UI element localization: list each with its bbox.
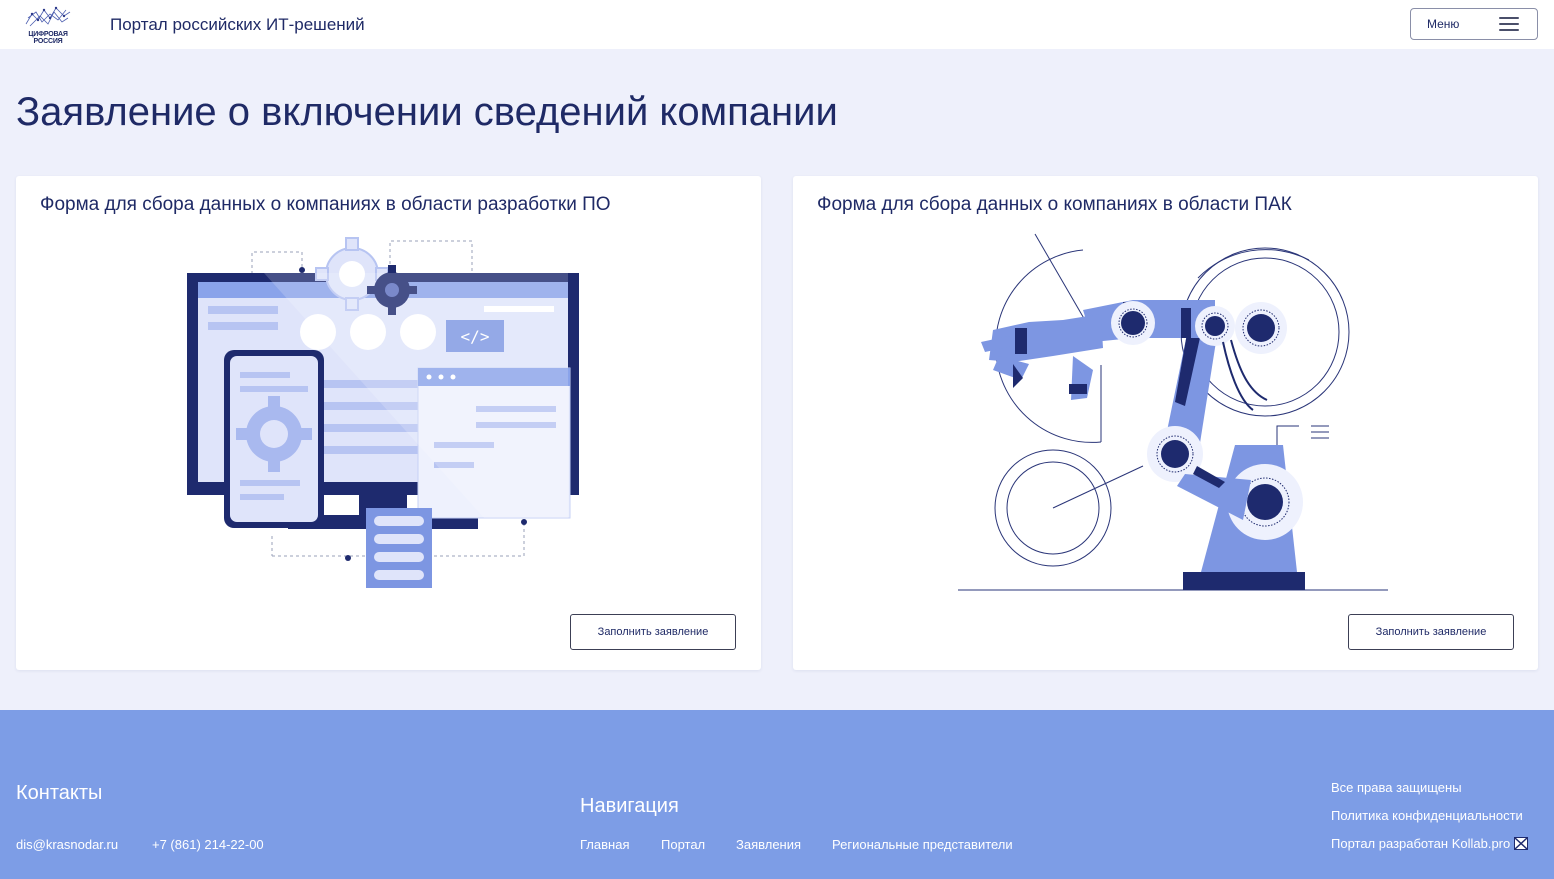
contacts-heading: Контакты xyxy=(16,782,103,804)
card-title: Форма для сбора данных о компаниях в обл… xyxy=(817,194,1292,215)
phone-link[interactable]: +7 (861) 214-22-00 xyxy=(152,837,264,852)
digital-russia-logo[interactable]: ЦИФРОВАЯ РОССИЯ xyxy=(20,4,76,45)
email-link[interactable]: dis@krasnodar.ru xyxy=(16,837,118,852)
software-development-illustration: </> xyxy=(187,237,579,588)
logo-text: ЦИФРОВАЯ РОССИЯ xyxy=(20,31,76,45)
footer-nav-portal[interactable]: Портал xyxy=(661,837,705,852)
form-card-software: Форма для сбора данных о компаниях в обл… xyxy=(16,176,761,670)
form-card-pak: Форма для сбора данных о компаниях в обл… xyxy=(793,176,1538,670)
header: ЦИФРОВАЯ РОССИЯ Портал российских ИТ-реш… xyxy=(0,0,1554,49)
fill-application-button[interactable]: Заполнить заявление xyxy=(1348,614,1514,650)
menu-label: Меню xyxy=(1427,17,1460,31)
footer-nav-home[interactable]: Главная xyxy=(580,837,629,852)
card-title: Форма для сбора данных о компаниях в обл… xyxy=(40,194,611,215)
robot-arm-illustration xyxy=(958,233,1388,591)
menu-button[interactable]: Меню xyxy=(1410,8,1538,40)
navigation-heading: Навигация xyxy=(580,795,679,817)
page-title: Заявление о включении сведений компании xyxy=(16,90,838,134)
footer: Контакты dis@krasnodar.ru +7 (861) 214-2… xyxy=(0,710,1554,879)
hamburger-icon xyxy=(1499,17,1519,31)
logo-text-line2: РОССИЯ xyxy=(33,38,63,45)
logo-constellation-icon xyxy=(25,6,71,27)
kollab-logo-icon xyxy=(1514,837,1529,850)
privacy-policy-link[interactable]: Политика конфиденциальности xyxy=(1331,808,1523,823)
footer-nav-applications[interactable]: Заявления xyxy=(736,837,801,852)
footer-nav-regional-representatives[interactable]: Региональные представители xyxy=(832,837,1013,852)
portal-title[interactable]: Портал российских ИТ-решений xyxy=(110,15,365,35)
developer-link[interactable]: Портал разработан Kollab.pro xyxy=(1331,836,1529,851)
fill-application-button[interactable]: Заполнить заявление xyxy=(570,614,736,650)
rights-text: Все права защищены xyxy=(1331,780,1462,795)
developer-text: Портал разработан Kollab.pro xyxy=(1331,836,1511,851)
logo-text-line1: ЦИФРОВАЯ xyxy=(28,31,68,38)
